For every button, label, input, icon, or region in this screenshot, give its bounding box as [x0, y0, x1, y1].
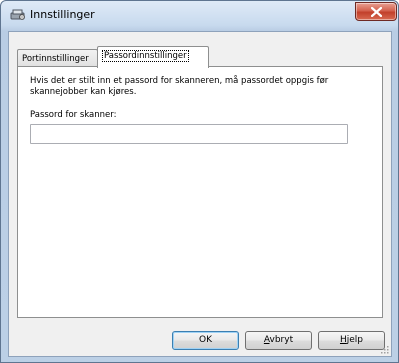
help-mnemonic: H — [339, 335, 347, 345]
tab-label: Passordinnstillinger — [102, 50, 189, 62]
ok-button[interactable]: OK — [172, 331, 239, 350]
ok-button-label: OK — [199, 335, 212, 345]
dialog-client-area: Portinnstillinger Passordinnstillinger H… — [8, 31, 392, 357]
resize-grip-icon[interactable] — [379, 344, 389, 354]
window-title: Innstillinger — [30, 8, 95, 21]
tab-password-settings[interactable]: Passordinnstillinger — [97, 46, 209, 68]
password-input[interactable] — [30, 124, 348, 144]
cancel-label: vbryt — [269, 335, 294, 345]
password-description: Hvis det er stilt inn et passord for ska… — [30, 76, 329, 97]
tab-port-settings[interactable]: Portinnstillinger — [17, 49, 98, 67]
help-label: jelp — [346, 335, 364, 345]
settings-scanner-icon — [10, 8, 26, 22]
close-button[interactable] — [355, 2, 397, 21]
tab-label: Portinnstillinger — [22, 54, 89, 64]
tab-panel — [17, 66, 383, 318]
password-label: Passord for skanner: — [30, 110, 117, 120]
title-bar[interactable]: Innstillinger — [1, 1, 398, 31]
close-icon — [371, 7, 382, 17]
help-button[interactable]: Hjelp — [318, 331, 385, 350]
dialog-window: Innstillinger Portinnstillinger Passordi… — [0, 0, 399, 363]
cancel-button[interactable]: Avbryt — [245, 331, 312, 350]
